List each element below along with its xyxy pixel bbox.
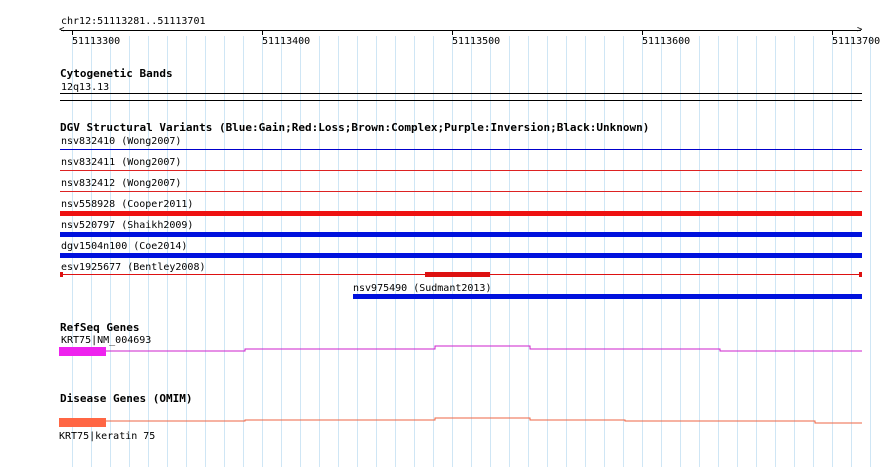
omim-track-title: Disease Genes (OMIM) (60, 392, 193, 405)
omim-gene-block[interactable] (59, 418, 106, 427)
genome-browser-view: chr12:51113281..51113701 < > 51113300 51… (0, 0, 890, 467)
omim-gene-label[interactable]: KRT75|keratin 75 (59, 431, 155, 442)
